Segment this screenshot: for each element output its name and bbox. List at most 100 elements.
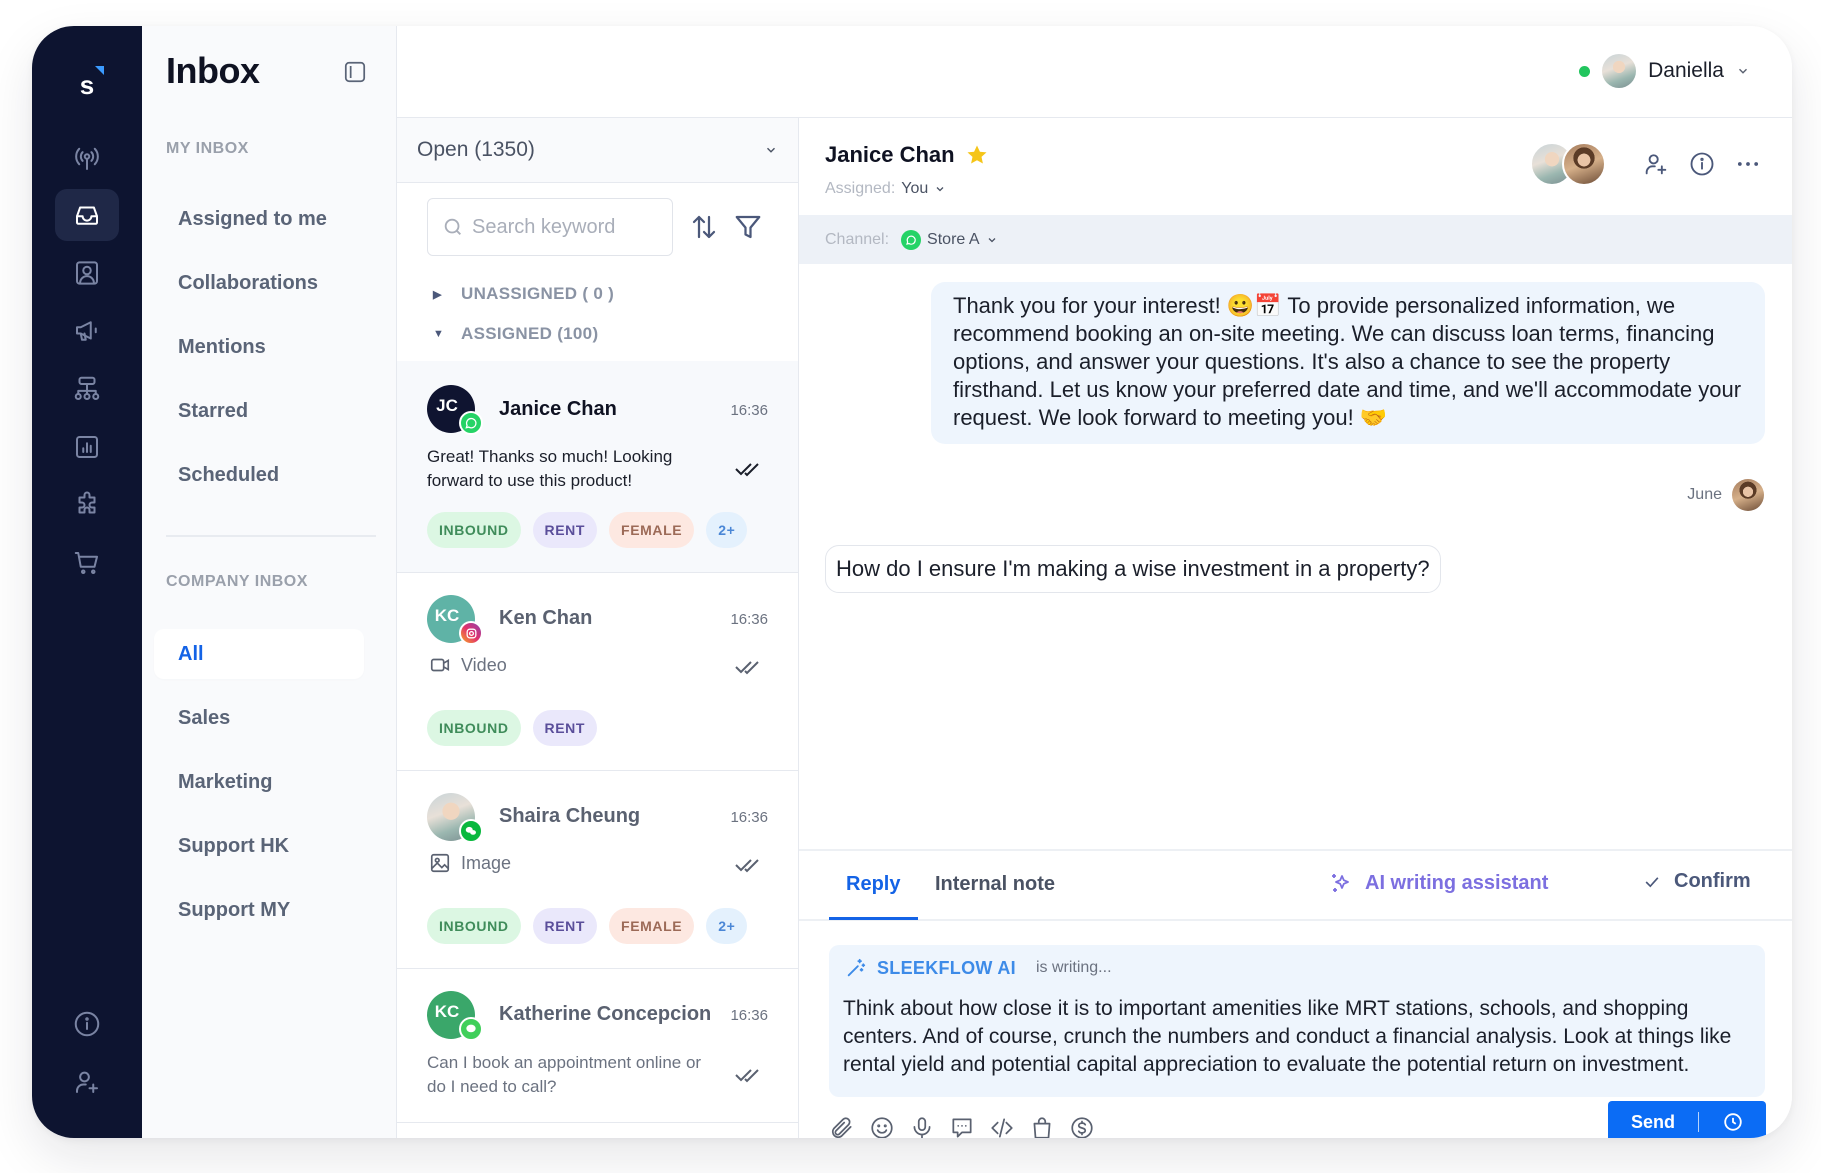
channel-value: Store A (927, 230, 980, 248)
tag-list: INBOUND RENT FEMALE 2+ (427, 908, 748, 944)
tag-rent: RENT (532, 512, 598, 548)
conversation-item[interactable]: JC Janice Chan 16:36 Great! Thanks so mu… (397, 361, 798, 573)
rail-analytics[interactable] (55, 421, 119, 473)
collapse-sidebar-icon[interactable] (342, 59, 368, 85)
rail-invite-user[interactable] (55, 1056, 119, 1108)
product-button[interactable] (1029, 1115, 1055, 1138)
ai-writing-assistant-button[interactable]: AI writing assistant (1329, 871, 1548, 895)
sort-icon[interactable] (689, 212, 719, 242)
nav-all[interactable]: All (154, 629, 364, 679)
magic-wand-icon (847, 958, 866, 977)
sms-icon (459, 1017, 483, 1041)
collaborator-avatars[interactable] (1530, 142, 1606, 186)
search-icon (444, 218, 461, 235)
assigned-group-toggle[interactable]: ▼ ASSIGNED (100) (433, 324, 598, 344)
schedule-send-button[interactable] (1699, 1111, 1766, 1133)
chat-contact-name[interactable]: Janice Chan (825, 142, 955, 168)
nav-marketing[interactable]: Marketing (154, 757, 364, 807)
message-preview: Image (429, 852, 511, 874)
send-button[interactable]: Send (1608, 1101, 1766, 1138)
rail-campaigns[interactable] (55, 305, 119, 357)
tag-female: FEMALE (609, 908, 695, 944)
clock-icon (1723, 1113, 1742, 1131)
rail-help[interactable] (55, 998, 119, 1050)
rail-flow-builder[interactable] (55, 363, 119, 415)
nav-starred[interactable]: Starred (154, 386, 364, 436)
star-icon[interactable] (965, 143, 989, 167)
nav-scheduled[interactable]: Scheduled (154, 450, 364, 500)
ai-status: is writing... (1035, 959, 1112, 976)
quick-reply-button[interactable] (949, 1115, 975, 1138)
attach-button[interactable] (829, 1115, 855, 1138)
nav-collaborations[interactable]: Collaborations (154, 258, 364, 308)
confirm-button[interactable]: Confirm (1642, 870, 1751, 893)
more-options-icon[interactable] (1734, 150, 1762, 178)
caret-down-icon: ▼ (433, 328, 445, 340)
collaborator-avatar (1562, 142, 1606, 186)
sleekflow-logo[interactable]: s (32, 66, 142, 101)
confirm-label: Confirm (1674, 870, 1751, 892)
whatsapp-icon (901, 229, 922, 250)
rail-inbox[interactable] (55, 189, 119, 241)
template-button[interactable] (989, 1115, 1015, 1138)
rail-integrations[interactable] (55, 479, 119, 531)
add-collaborator-icon[interactable] (1642, 150, 1670, 178)
voice-button[interactable] (909, 1115, 935, 1138)
search-box[interactable] (427, 198, 673, 256)
tag-more[interactable]: 2+ (706, 512, 748, 548)
tag-list: INBOUND RENT (427, 710, 598, 746)
tab-internal-note[interactable]: Internal note (935, 873, 1055, 896)
chat-panel: Janice Chan Assigned: You Channel: Store… (799, 117, 1792, 1138)
nav-assigned-to-me[interactable]: Assigned to me (154, 194, 364, 244)
nav-support-my[interactable]: Support MY (154, 885, 364, 935)
contact-avatar: KC (427, 991, 483, 1041)
rail-contacts[interactable] (55, 247, 119, 299)
inbox-icon (76, 206, 98, 225)
my-inbox-label: MY INBOX (166, 140, 249, 157)
user-menu[interactable]: Daniella (1579, 54, 1750, 88)
contact-info-icon[interactable] (1688, 150, 1716, 178)
search-input[interactable] (472, 215, 652, 239)
emoji-button[interactable] (869, 1115, 895, 1138)
rail-broadcast[interactable] (55, 133, 119, 185)
megaphone-icon (76, 321, 97, 341)
user-avatar (1602, 54, 1637, 88)
quick-reply-icon (952, 1118, 972, 1138)
online-status-dot (1579, 65, 1591, 77)
nav-mentions[interactable]: Mentions (154, 322, 364, 372)
avatar-initials: JC (436, 396, 458, 415)
company-inbox-label: COMPANY INBOX (166, 573, 308, 590)
conversation-item[interactable]: KC Katherine Concepcion 16:36 Can I book… (397, 969, 798, 1123)
send-label: Send (1630, 1111, 1675, 1132)
assigned-label: Assigned: (825, 180, 896, 197)
conversation-item[interactable]: KC Ken Chan 16:36 Video INBOUND RENT (397, 573, 798, 771)
contact-name: Ken Chan (499, 607, 593, 629)
nav-support-hk[interactable]: Support HK (154, 821, 364, 871)
unassigned-group-label: UNASSIGNED ( 0 ) (461, 284, 615, 303)
contact-name: Katherine Concepcion (499, 1003, 712, 1025)
app-window: s Inbox MY INBOX Assigned to me Collabor… (32, 26, 1792, 1138)
nav-sales[interactable]: Sales (154, 693, 364, 743)
avatar-initials: KC (434, 1002, 460, 1021)
status-filter-dropdown[interactable]: Open (1350) (397, 118, 798, 183)
message-time: 16:36 (730, 611, 768, 628)
channel-dropdown[interactable]: Store A (901, 229, 997, 250)
wechat-icon (459, 819, 483, 843)
payment-link-button[interactable] (1069, 1115, 1095, 1138)
channel-bar: Channel: Store A (799, 215, 1792, 264)
tab-reply[interactable]: Reply (846, 873, 900, 896)
conversation-item[interactable]: Shaira Cheung 16:36 Image INBOUND RENT F… (397, 771, 798, 969)
filter-icon[interactable] (733, 212, 763, 242)
analytics-icon (76, 436, 98, 458)
ai-draft-text: Think about how close it is to important… (843, 997, 1732, 1076)
chat-contact: Janice Chan (825, 142, 989, 168)
rail-commerce[interactable] (55, 537, 119, 589)
composer-tabs: Reply Internal note AI writing assistant… (799, 851, 1792, 921)
tag-more[interactable]: 2+ (706, 908, 748, 944)
whatsapp-icon (459, 411, 483, 435)
message-time: 16:36 (730, 402, 768, 419)
emoji-icon (871, 1117, 893, 1138)
unassigned-group-toggle[interactable]: ▶ UNASSIGNED ( 0 ) (433, 284, 614, 304)
ai-draft-box[interactable]: SLEEKFLOW AI is writing... Think about h… (829, 945, 1765, 1097)
assignee-dropdown[interactable]: Assigned: You (825, 180, 946, 198)
